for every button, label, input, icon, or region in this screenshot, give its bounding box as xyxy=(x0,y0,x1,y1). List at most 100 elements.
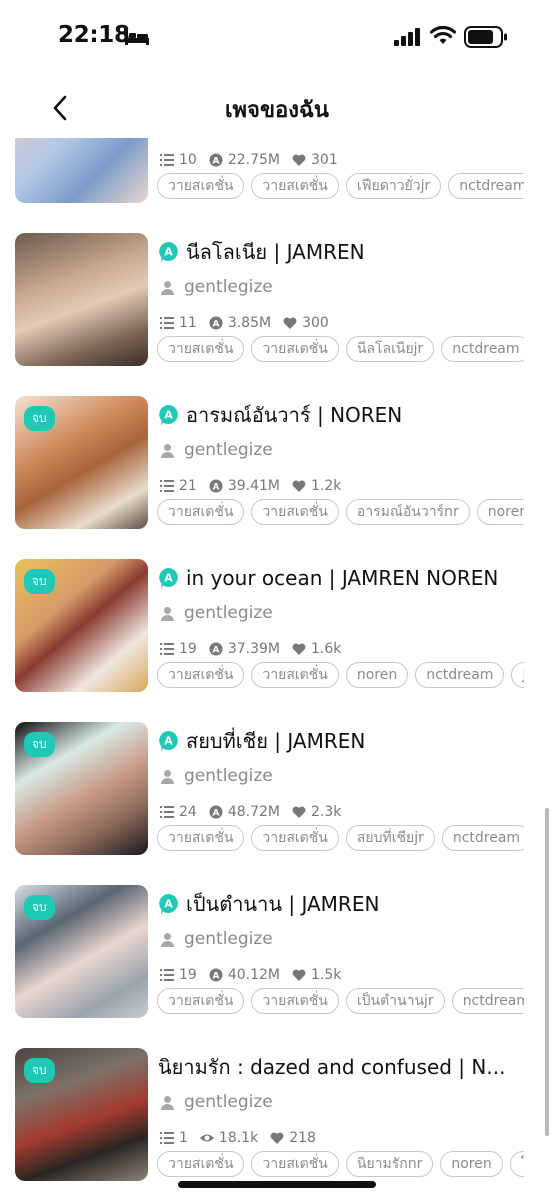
story-cover-image[interactable]: จบ xyxy=(15,1048,148,1181)
scrollbar[interactable] xyxy=(545,808,549,1136)
tags-row[interactable]: วายสเตชั่นวายสเตชั่นnorennctdreamJA xyxy=(157,662,524,692)
author-row[interactable]: gentlegize xyxy=(160,1092,273,1112)
story-item[interactable]: จบ A อารมณ์อันวาร์ | NOREN gentlegize 21 A 39.… xyxy=(0,382,554,545)
tags-row[interactable]: วายสเตชั่น วายสเตชั่น เฟียดาวยั่วjr nctdrea… xyxy=(157,173,524,203)
read-count: A 48.72M xyxy=(209,804,280,820)
tags-row[interactable]: วายสเตชั่น วายสเตชั่น อารมณ์อันวาร์nr noren xyxy=(157,499,524,529)
author-row[interactable]: gentlegize xyxy=(160,603,273,623)
story-cover-image[interactable] xyxy=(15,233,148,366)
read-count-value: 48.72M xyxy=(227,804,280,820)
tag-chip[interactable]: เฟียดาวยั่วjr xyxy=(345,173,442,199)
story-title-row[interactable]: A อารมณ์อันวาร์ | NOREN xyxy=(158,400,518,430)
story-title-row[interactable]: A นีลโลเนีย | JAMREN xyxy=(158,237,518,267)
home-indicator[interactable] xyxy=(178,1181,376,1188)
tag-chip[interactable]: วายสเตชั่น xyxy=(251,499,339,525)
tags-row[interactable]: วายสเตชั่น วายสเตชั่น สยบที่เชียjr nctdream xyxy=(157,825,524,855)
svg-text:A: A xyxy=(164,734,173,747)
author-name[interactable]: gentlegize xyxy=(184,603,273,623)
tag-chip[interactable]: วายสเตชั่น xyxy=(251,662,339,688)
story-title[interactable]: สยบที่เชีย | JAMREN xyxy=(186,725,365,757)
a-read-icon: A xyxy=(209,968,223,982)
tag-chip[interactable]: โน xyxy=(509,1151,524,1177)
story-cover-image[interactable]: จบ xyxy=(15,722,148,855)
author-name[interactable]: gentlegize xyxy=(184,277,273,297)
tag-chip[interactable]: นีลโลเนียjr xyxy=(345,336,435,362)
story-title-row[interactable]: Ain your ocean | JAMREN NOREN xyxy=(158,563,518,593)
tag-chip[interactable]: JA xyxy=(511,662,524,688)
a-read-icon: A xyxy=(209,479,223,493)
tag-chip[interactable]: nctdream xyxy=(415,662,505,688)
story-item[interactable]: จบ A สยบที่เชีย | JAMREN gentlegize 24 A 48.72… xyxy=(0,708,554,871)
read-count-value: 22.75M xyxy=(227,152,280,168)
tag-chip[interactable]: อารมณ์อันวาร์nr xyxy=(345,499,470,525)
tags-row[interactable]: วายสเตชั่นวายสเตชั่นนิยามรักnrnorenโน xyxy=(157,1151,524,1181)
battery-icon xyxy=(464,26,507,48)
author-name[interactable]: gentlegize xyxy=(184,1092,273,1112)
story-item[interactable]: จบ A เป็นตำนาน | JAMREN gentlegize 19 A 40.12M… xyxy=(0,871,554,1034)
tag-chip[interactable]: วายสเตชั่น xyxy=(251,336,339,362)
story-title-row[interactable]: นิยามรัก : dazed and confused | N... xyxy=(158,1052,518,1082)
svg-text:A: A xyxy=(212,972,219,982)
list-icon xyxy=(160,969,174,981)
like-count-value: 1.6k xyxy=(311,641,342,657)
tag-chip[interactable]: วายสเตชั่น xyxy=(157,662,245,688)
person-icon xyxy=(161,280,174,295)
author-row[interactable]: gentlegize xyxy=(160,766,273,786)
chapter-count-value: 1 xyxy=(179,1130,188,1146)
author-name[interactable]: gentlegize xyxy=(184,766,273,786)
completed-badge: จบ xyxy=(24,406,55,431)
story-item[interactable]: จบ นิยามรัก : dazed and confused | N... ge… xyxy=(0,1034,554,1197)
tag-chip[interactable]: nctdream xyxy=(448,173,524,199)
completed-badge: จบ xyxy=(24,895,55,920)
tag-chip[interactable]: วายสเตชั่น xyxy=(251,1151,339,1177)
tag-chip[interactable]: noren xyxy=(345,662,409,688)
tag-chip[interactable]: วายสเตชั่น xyxy=(157,988,245,1014)
tag-chip[interactable]: nctdream xyxy=(451,988,524,1014)
story-item[interactable]: จบ Ain your ocean | JAMREN NOREN gentlegiz… xyxy=(0,545,554,708)
story-cover-image[interactable] xyxy=(15,128,148,203)
tag-chip[interactable]: วายสเตชั่น xyxy=(157,499,245,525)
story-cover-image[interactable]: จบ xyxy=(15,396,148,529)
story-title[interactable]: นิยามรัก : dazed and confused | N... xyxy=(158,1051,505,1083)
author-row[interactable]: gentlegize xyxy=(160,440,273,460)
read-count: A 3.85M xyxy=(209,315,271,331)
tag-chip[interactable]: วายสเตชั่น xyxy=(157,336,245,362)
story-title-row[interactable]: A เป็นตำนาน | JAMREN xyxy=(158,889,518,919)
author-row[interactable]: gentlegize xyxy=(160,277,273,297)
story-title[interactable]: อารมณ์อันวาร์ | NOREN xyxy=(186,399,402,431)
author-name[interactable]: gentlegize xyxy=(184,929,273,949)
story-title[interactable]: เป็นตำนาน | JAMREN xyxy=(186,888,379,920)
heart-icon xyxy=(283,317,297,329)
tag-chip[interactable]: วายสเตชั่น xyxy=(251,825,339,851)
tag-chip[interactable]: noren xyxy=(476,499,524,525)
story-cover-image[interactable]: จบ xyxy=(15,559,148,692)
tag-chip[interactable]: สยบที่เชียjr xyxy=(345,825,435,851)
story-title[interactable]: in your ocean | JAMREN NOREN xyxy=(186,566,498,590)
tag-chip[interactable]: นิยามรักnr xyxy=(345,1151,434,1177)
read-count-value: 18.1k xyxy=(218,1130,259,1146)
story-item[interactable]: 10 A 22.75M 301 วายสเตชั่น วายสเตชั่น เฟียดาวย… xyxy=(0,128,554,219)
stats-row: 21 A 39.41M 1.2k xyxy=(160,478,353,494)
story-cover-image[interactable]: จบ xyxy=(15,885,148,1018)
story-title[interactable]: นีลโลเนีย | JAMREN xyxy=(186,236,365,268)
story-title-row[interactable]: A สยบที่เชีย | JAMREN xyxy=(158,726,518,756)
like-count: 2.3k xyxy=(292,804,341,820)
signal-icon xyxy=(394,28,420,46)
author-row[interactable]: gentlegize xyxy=(160,929,273,949)
tag-chip[interactable]: วายสเตชั่น xyxy=(251,173,339,199)
status-time: 22:18 xyxy=(58,22,130,48)
tag-chip[interactable]: noren xyxy=(440,1151,503,1177)
tag-chip[interactable]: วายสเตชั่น xyxy=(251,988,339,1014)
tag-chip[interactable]: วายสเตชั่น xyxy=(157,1151,245,1177)
tag-chip[interactable]: วายสเตชั่น xyxy=(157,173,245,199)
author-name[interactable]: gentlegize xyxy=(184,440,273,460)
tag-chip[interactable]: เป็นตำนานjr xyxy=(345,988,445,1014)
tag-chip[interactable]: nctdream xyxy=(441,825,524,851)
tags-row[interactable]: วายสเตชั่น วายสเตชั่น เป็นตำนานjr nctdream xyxy=(157,988,524,1018)
tag-chip[interactable]: วายสเตชั่น xyxy=(157,825,245,851)
story-list[interactable]: 10 A 22.75M 301 วายสเตชั่น วายสเตชั่น เฟียดาวย… xyxy=(0,128,554,1200)
tags-row[interactable]: วายสเตชั่น วายสเตชั่น นีลโลเนียjr nctdream xyxy=(157,336,524,366)
tag-chip[interactable]: nctdream xyxy=(441,336,524,362)
eye-icon xyxy=(199,1134,214,1142)
story-item[interactable]: A นีลโลเนีย | JAMREN gentlegize 11 A 3.85M 300… xyxy=(0,219,554,382)
